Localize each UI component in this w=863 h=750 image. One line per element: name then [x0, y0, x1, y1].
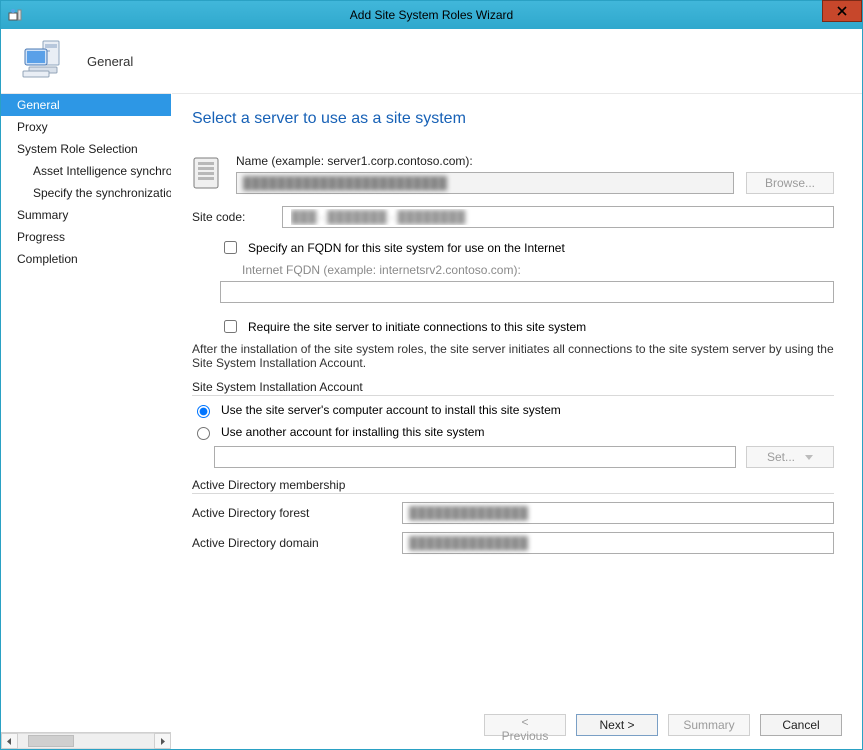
wizard-step-0[interactable]: General [1, 94, 171, 116]
ad-group-title: Active Directory membership [192, 478, 834, 494]
wizard-step-3[interactable]: Asset Intelligence synchronization point [1, 160, 171, 182]
browse-button[interactable]: Browse... [746, 172, 834, 194]
header-section-label: General [87, 54, 133, 69]
require-connections-label: Require the site server to initiate conn… [248, 320, 586, 334]
sitecode-combo[interactable]: ███ - ███████ - ████████ [282, 206, 834, 228]
other-account-input[interactable] [214, 446, 736, 468]
set-button-label: Set... [767, 450, 795, 464]
sidebar-scrollbar[interactable] [1, 732, 171, 749]
next-button[interactable]: Next > [576, 714, 658, 736]
radio-use-other-account-label: Use another account for installing this … [221, 425, 484, 439]
page-title: Select a server to use as a site system [192, 110, 834, 128]
internet-fqdn-input[interactable] [220, 281, 834, 303]
specify-fqdn-label: Specify an FQDN for this site system for… [248, 241, 565, 255]
ad-forest-value: ██████████████ [402, 502, 834, 524]
cancel-button[interactable]: Cancel [760, 714, 842, 736]
close-icon [837, 6, 847, 16]
require-connections-checkbox[interactable] [224, 320, 237, 333]
scroll-right-arrow[interactable] [154, 733, 171, 749]
wizard-step-7[interactable]: Completion [1, 248, 171, 270]
window-title: Add Site System Roles Wizard [1, 8, 862, 22]
internet-fqdn-label: Internet FQDN (example: internetsrv2.con… [242, 263, 834, 277]
wizard-step-2[interactable]: System Role Selection [1, 138, 171, 160]
scroll-left-arrow[interactable] [1, 733, 18, 749]
wizard-step-4[interactable]: Specify the synchronization schedule [1, 182, 171, 204]
summary-button[interactable]: Summary [668, 714, 750, 736]
radio-use-other-account[interactable] [197, 427, 210, 440]
wizard-footer: < Previous Next > Summary Cancel [172, 701, 862, 749]
wizard-window: Add Site System Roles Wizard General Gen… [0, 0, 863, 750]
install-note: After the installation of the site syste… [192, 342, 834, 370]
server-icon [192, 156, 222, 192]
ad-domain-label: Active Directory domain [192, 536, 392, 550]
scroll-track[interactable] [18, 733, 154, 749]
computer-icon [21, 37, 69, 85]
wizard-step-6[interactable]: Progress [1, 226, 171, 248]
wizard-body: GeneralProxySystem Role SelectionAsset I… [1, 93, 862, 749]
set-account-button[interactable]: Set... [746, 446, 834, 468]
ad-forest-label: Active Directory forest [192, 506, 392, 520]
previous-button[interactable]: < Previous [484, 714, 566, 736]
scroll-thumb[interactable] [28, 735, 74, 747]
specify-fqdn-checkbox[interactable] [224, 241, 237, 254]
radio-use-computer-account-label: Use the site server's computer account t… [221, 403, 561, 417]
ad-domain-value: ██████████████ [402, 532, 834, 554]
sitecode-label: Site code: [192, 210, 272, 224]
wizard-steps-sidebar: GeneralProxySystem Role SelectionAsset I… [1, 93, 172, 749]
name-display: ████████████████████████ [236, 172, 734, 194]
name-label: Name (example: server1.corp.contoso.com)… [236, 154, 834, 168]
content-area: Select a server to use as a site system [172, 93, 862, 701]
ssia-group-title: Site System Installation Account [192, 380, 834, 396]
close-button[interactable] [822, 0, 862, 22]
title-bar: Add Site System Roles Wizard [1, 1, 862, 29]
wizard-step-5[interactable]: Summary [1, 204, 171, 226]
wizard-step-list: GeneralProxySystem Role SelectionAsset I… [1, 93, 171, 732]
chevron-down-icon [805, 455, 813, 460]
wizard-main: Select a server to use as a site system [172, 93, 862, 749]
wizard-step-1[interactable]: Proxy [1, 116, 171, 138]
header-strip: General [1, 29, 862, 93]
radio-use-computer-account[interactable] [197, 405, 210, 418]
